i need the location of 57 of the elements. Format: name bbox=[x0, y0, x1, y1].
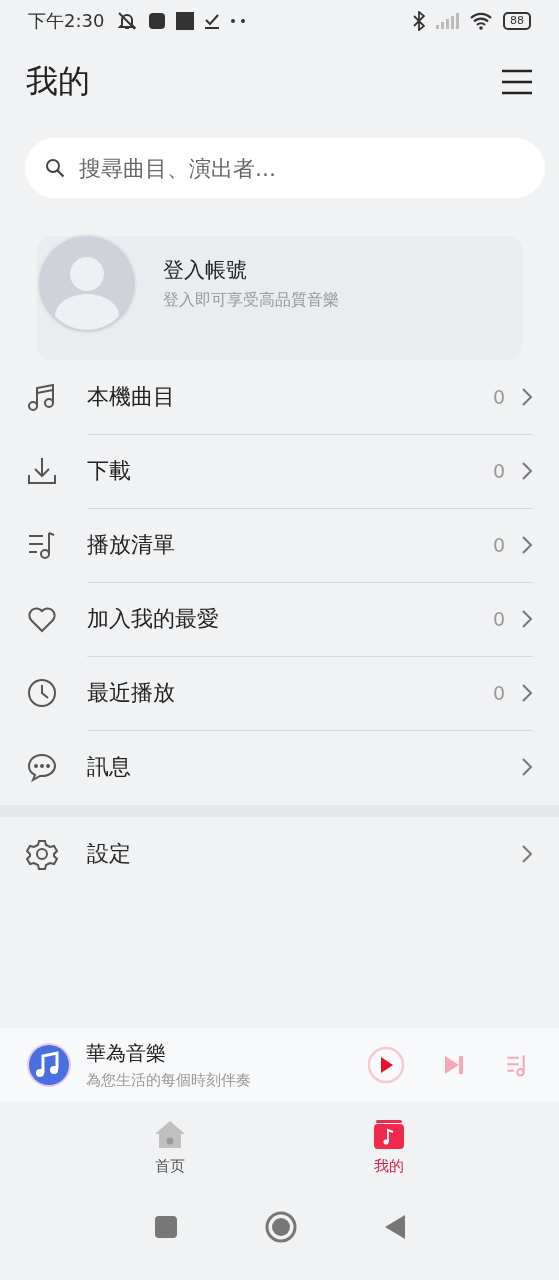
menu-item-label: 訊息 bbox=[87, 753, 132, 781]
account-card[interactable]: 登入帳號 登入即可享受高品質音樂 bbox=[37, 236, 522, 360]
menu-item-label: 播放清單 bbox=[87, 530, 176, 559]
item-count: 0 bbox=[492, 681, 505, 704]
status-time: 下午2:30 bbox=[28, 9, 105, 33]
more-dots-icon bbox=[230, 18, 247, 24]
nav-tab[interactable]: 首页 bbox=[139, 1118, 200, 1176]
notification-icon bbox=[176, 12, 195, 30]
player-subtitle: 為您生活的每個時刻伴奏 bbox=[86, 1071, 252, 1090]
login-subtitle: 登入即可享受高品質音樂 bbox=[163, 289, 339, 311]
chevron-right-icon bbox=[521, 608, 533, 629]
search-field[interactable]: 搜尋曲目、演出者... bbox=[25, 138, 545, 198]
chevron-right-icon bbox=[521, 682, 533, 703]
page-title: 我的 bbox=[26, 61, 90, 102]
menu-item[interactable]: 訊息 bbox=[0, 730, 559, 804]
music-library-icon bbox=[373, 1118, 406, 1149]
login-title: 登入帳號 bbox=[163, 256, 248, 284]
menu-item-label: 本機曲目 bbox=[87, 382, 176, 411]
item-count: 0 bbox=[492, 533, 505, 556]
settings-icon bbox=[26, 838, 58, 870]
menu-icon[interactable] bbox=[501, 69, 533, 95]
bluetooth-icon bbox=[413, 11, 425, 31]
menu-item-label: 加入我的最愛 bbox=[87, 604, 220, 633]
recents-button[interactable] bbox=[153, 1215, 178, 1239]
settings-item[interactable]: 設定 bbox=[0, 817, 559, 891]
mini-player[interactable]: 華為音樂 為您生活的每個時刻伴奏 bbox=[0, 1028, 559, 1102]
chat-bubble-icon bbox=[26, 751, 58, 783]
chevron-right-icon bbox=[521, 386, 533, 407]
player-title: 華為音樂 bbox=[86, 1040, 167, 1067]
menu-item[interactable]: 加入我的最愛 0 bbox=[0, 582, 559, 656]
item-count: 0 bbox=[492, 607, 505, 630]
signal-icon bbox=[435, 13, 459, 29]
wifi-icon bbox=[469, 12, 493, 30]
item-count: 0 bbox=[492, 459, 505, 482]
chevron-right-icon bbox=[521, 534, 533, 555]
home-button[interactable] bbox=[264, 1211, 297, 1243]
item-count: 0 bbox=[492, 385, 505, 408]
download-done-icon bbox=[204, 13, 221, 29]
menu-item[interactable]: 本機曲目 0 bbox=[0, 360, 559, 434]
chevron-right-icon bbox=[521, 460, 533, 481]
back-button[interactable] bbox=[383, 1214, 406, 1240]
menu-item-label: 下載 bbox=[87, 456, 132, 485]
settings-label: 設定 bbox=[87, 840, 132, 868]
play-button[interactable] bbox=[367, 1046, 405, 1084]
menu-item-label: 最近播放 bbox=[87, 678, 176, 707]
nav-tab[interactable]: 我的 bbox=[359, 1118, 420, 1176]
menu-item[interactable]: 最近播放 0 bbox=[0, 656, 559, 730]
app-logo-icon bbox=[26, 1042, 72, 1088]
download-icon bbox=[26, 455, 58, 487]
battery-indicator: 88 bbox=[503, 12, 531, 30]
chevron-right-icon bbox=[521, 757, 533, 777]
chevron-right-icon bbox=[521, 844, 533, 864]
muted-bell-icon bbox=[116, 11, 139, 31]
notification-icon bbox=[148, 12, 167, 30]
clock-icon bbox=[26, 677, 58, 709]
menu-item[interactable]: 播放清單 0 bbox=[0, 508, 559, 582]
menu-item[interactable]: 下載 0 bbox=[0, 434, 559, 508]
